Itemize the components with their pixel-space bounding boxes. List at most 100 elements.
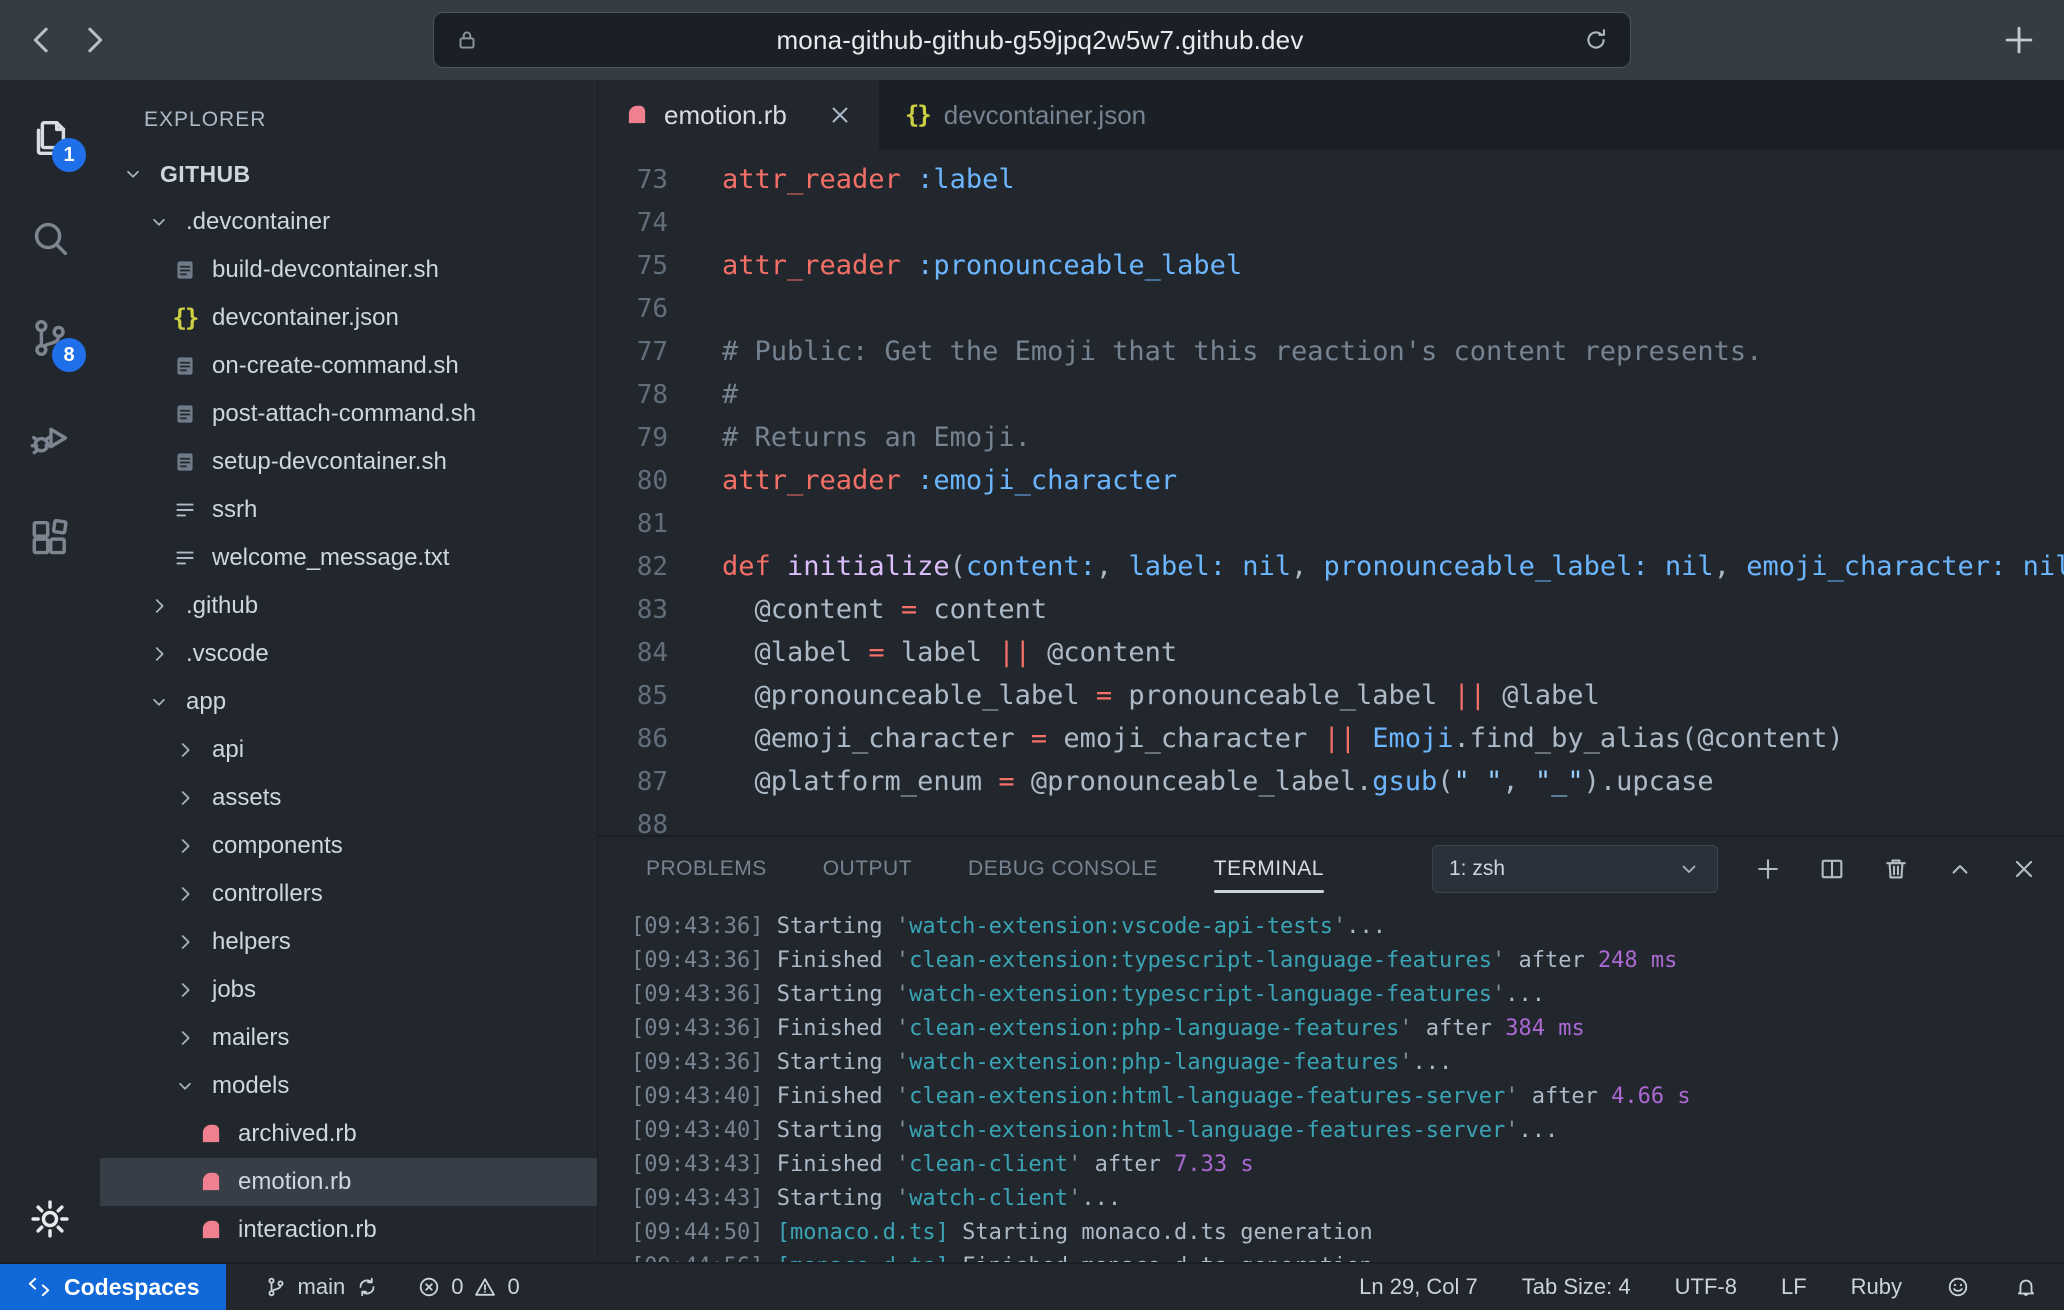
- tree-item-on-create-command-sh[interactable]: on-create-command.sh: [100, 342, 597, 390]
- code-line-81[interactable]: 81: [598, 502, 2064, 545]
- refresh-icon[interactable]: [1582, 26, 1610, 54]
- code-line-88[interactable]: 88: [598, 803, 2064, 835]
- code-line-74[interactable]: 74: [598, 201, 2064, 244]
- code-area[interactable]: 73attr_reader :label7475attr_reader :pro…: [598, 150, 2064, 835]
- code-line-85[interactable]: 85 @pronounceable_label = pronounceable_…: [598, 674, 2064, 717]
- problems-status[interactable]: 0 0: [417, 1274, 520, 1300]
- tree-item-controllers[interactable]: controllers: [100, 870, 597, 918]
- code-line-87[interactable]: 87 @platform_enum = @pronounceable_label…: [598, 760, 2064, 803]
- doc-file-icon: [168, 255, 202, 285]
- tree-item-welcome-message-txt[interactable]: welcome_message.txt: [100, 534, 597, 582]
- line-number: 86: [598, 724, 722, 754]
- panel-tab-debug-console[interactable]: DEBUG CONSOLE: [968, 837, 1158, 901]
- encoding-status[interactable]: UTF-8: [1675, 1274, 1737, 1300]
- activity-search[interactable]: [0, 188, 100, 288]
- eol-status[interactable]: LF: [1781, 1274, 1807, 1300]
- tree-item-emotion-rb[interactable]: emotion.rb: [100, 1158, 597, 1206]
- indentation-status[interactable]: Tab Size: 4: [1522, 1274, 1631, 1300]
- code-line-79[interactable]: 79# Returns an Emoji.: [598, 416, 2064, 459]
- terminal-output[interactable]: [09:43:36] Starting 'watch-extension:vsc…: [598, 901, 2064, 1262]
- editor-tab-devcontainer-json[interactable]: {}devcontainer.json: [879, 80, 1172, 150]
- tree-item-devcontainer-json[interactable]: {}devcontainer.json: [100, 294, 597, 342]
- lines-file-icon: [168, 543, 202, 573]
- address-bar[interactable]: mona-github-github-g59jpq2w5w7.github.de…: [433, 12, 1631, 68]
- close-panel-icon[interactable]: [2010, 855, 2038, 883]
- kill-terminal-icon[interactable]: [1882, 855, 1910, 883]
- explorer-title: EXPLORER: [100, 80, 597, 150]
- tree-item-archived-rb[interactable]: archived.rb: [100, 1110, 597, 1158]
- tree-item-assets[interactable]: assets: [100, 774, 597, 822]
- notifications[interactable]: [2014, 1275, 2038, 1299]
- tree-item-label: components: [212, 832, 343, 860]
- activity-run-debug[interactable]: [0, 388, 100, 488]
- tree-item-github[interactable]: GITHUB: [100, 150, 597, 198]
- chevron-right-icon: [142, 639, 176, 669]
- line-number: 82: [598, 552, 722, 582]
- remote-indicator[interactable]: Codespaces: [0, 1264, 226, 1310]
- line-number: 85: [598, 681, 722, 711]
- code-line-84[interactable]: 84 @label = label || @content: [598, 631, 2064, 674]
- back-icon[interactable]: [22, 20, 62, 60]
- terminal-shell-select[interactable]: 1: zsh: [1432, 845, 1718, 893]
- code-line-73[interactable]: 73attr_reader :label: [598, 158, 2064, 201]
- tree-item-helpers[interactable]: helpers: [100, 918, 597, 966]
- maximize-panel-icon[interactable]: [1946, 855, 1974, 883]
- code-line-75[interactable]: 75attr_reader :pronounceable_label: [598, 244, 2064, 287]
- panel-tab-problems[interactable]: PROBLEMS: [646, 837, 767, 901]
- code-line-76[interactable]: 76: [598, 287, 2064, 330]
- split-terminal-icon[interactable]: [1818, 855, 1846, 883]
- panel-tab-terminal[interactable]: TERMINAL: [1214, 837, 1324, 901]
- tree-item-label: controllers: [212, 880, 323, 908]
- editor-tab-emotion-rb[interactable]: emotion.rb: [598, 80, 879, 150]
- code-text: @content = content: [722, 594, 1047, 625]
- tree-item-label: post-attach-command.sh: [212, 400, 476, 428]
- branch-status[interactable]: main: [264, 1274, 380, 1300]
- activity-extensions[interactable]: [0, 488, 100, 588]
- branch-name: main: [298, 1274, 346, 1300]
- cursor-position[interactable]: Ln 29, Col 7: [1359, 1274, 1478, 1300]
- tree-item--devcontainer[interactable]: .devcontainer: [100, 198, 597, 246]
- tree-item-post-attach-command-sh[interactable]: post-attach-command.sh: [100, 390, 597, 438]
- tree-item-components[interactable]: components: [100, 822, 597, 870]
- code-line-86[interactable]: 86 @emoji_character = emoji_character ||…: [598, 717, 2064, 760]
- errors-count: 0: [451, 1274, 463, 1300]
- language-mode[interactable]: Ruby: [1851, 1274, 1902, 1300]
- tree-item--github[interactable]: .github: [100, 582, 597, 630]
- tree-item-setup-devcontainer-sh[interactable]: setup-devcontainer.sh: [100, 438, 597, 486]
- line-number: 77: [598, 337, 722, 367]
- new-terminal-icon[interactable]: [1754, 855, 1782, 883]
- tree-item-jobs[interactable]: jobs: [100, 966, 597, 1014]
- panel-header: PROBLEMS OUTPUT DEBUG CONSOLE TERMINAL 1: z…: [598, 837, 2064, 901]
- browser-toolbar: mona-github-github-g59jpq2w5w7.github.de…: [0, 0, 2064, 80]
- tree-item-build-devcontainer-sh[interactable]: build-devcontainer.sh: [100, 246, 597, 294]
- code-text: attr_reader :label: [722, 164, 1015, 195]
- tree-item--vscode[interactable]: .vscode: [100, 630, 597, 678]
- forward-icon[interactable]: [74, 20, 114, 60]
- run-debug-icon: [27, 415, 73, 461]
- new-tab-icon[interactable]: [2000, 21, 2038, 59]
- tree-item-interaction-rb[interactable]: interaction.rb: [100, 1206, 597, 1254]
- terminal-line-1: [09:43:36] Starting 'watch-extension:vsc…: [631, 909, 2064, 943]
- code-line-80[interactable]: 80attr_reader :emoji_character: [598, 459, 2064, 502]
- tree-item-app[interactable]: app: [100, 678, 597, 726]
- code-line-77[interactable]: 77# Public: Get the Emoji that this reac…: [598, 330, 2064, 373]
- panel-tab-output[interactable]: OUTPUT: [823, 837, 912, 901]
- activity-explorer[interactable]: 1: [0, 88, 100, 188]
- code-line-78[interactable]: 78#: [598, 373, 2064, 416]
- line-number: 79: [598, 423, 722, 453]
- code-line-82[interactable]: 82def initialize(content:, label: nil, p…: [598, 545, 2064, 588]
- settings-gear-icon[interactable]: [27, 1196, 73, 1242]
- workbench: 1 8 EXPLORER GITHUB.devcontainerbuild-de…: [0, 80, 2064, 1262]
- close-icon[interactable]: [827, 102, 853, 128]
- feedback-smiley[interactable]: [1946, 1275, 1970, 1299]
- tree-item-models[interactable]: models: [100, 1062, 597, 1110]
- chevron-right-icon: [168, 927, 202, 957]
- code-line-83[interactable]: 83 @content = content: [598, 588, 2064, 631]
- activity-source-control[interactable]: 8: [0, 288, 100, 388]
- tree-item-api[interactable]: api: [100, 726, 597, 774]
- tree-item-mailers[interactable]: mailers: [100, 1014, 597, 1062]
- tree-item-ssrh[interactable]: ssrh: [100, 486, 597, 534]
- chevron-down-icon: [1677, 857, 1701, 881]
- chevron-right-icon: [142, 591, 176, 621]
- ruby-file-icon: [624, 102, 650, 128]
